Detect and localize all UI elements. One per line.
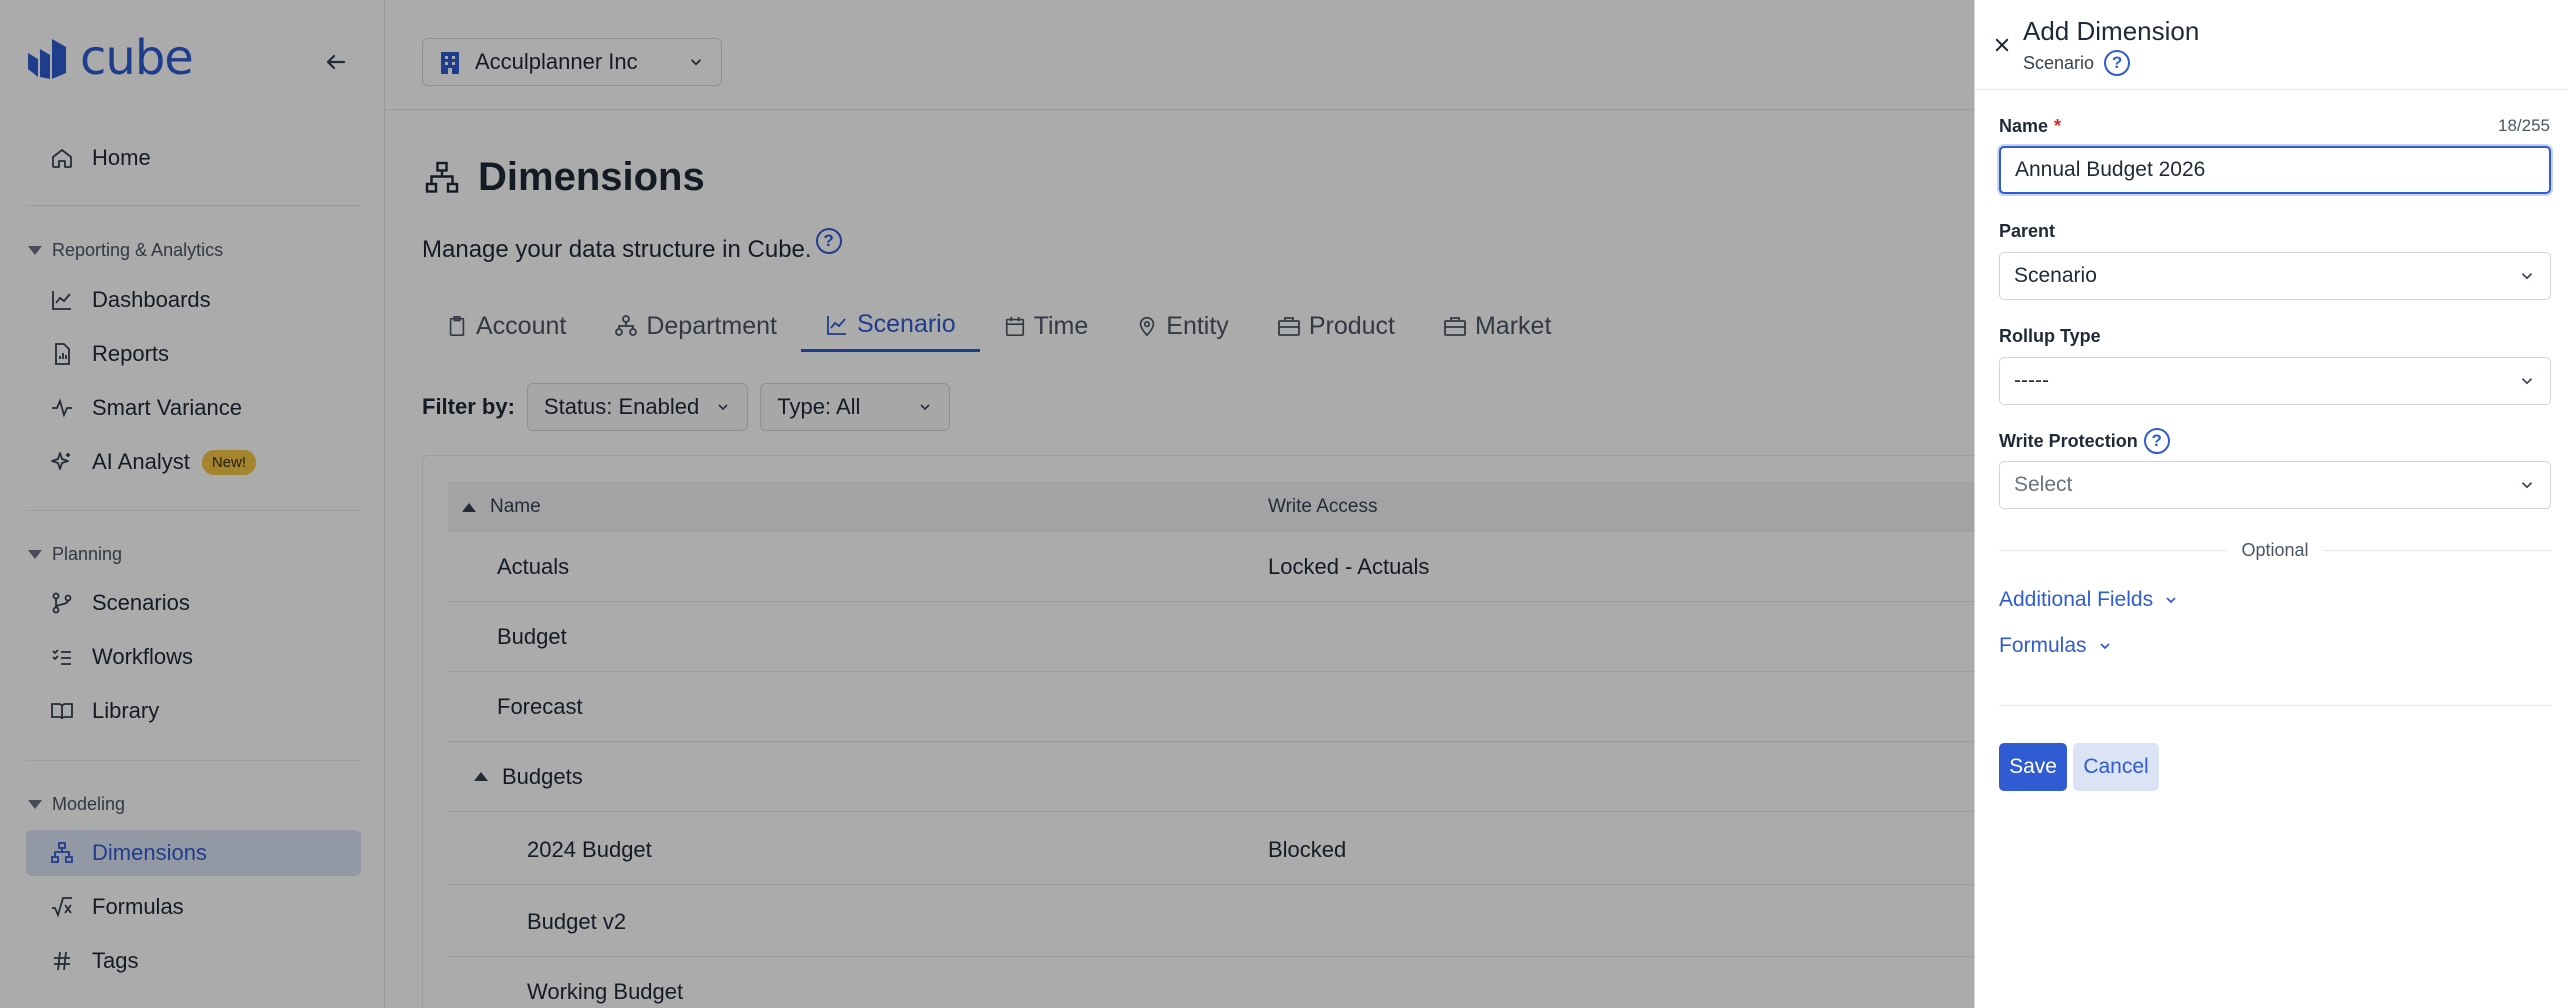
optional-divider: Optional	[1999, 540, 2552, 561]
help-icon[interactable]: ?	[2104, 50, 2131, 76]
write-protection-select[interactable]: Select	[1999, 461, 2551, 509]
drawer-title: Add Dimension	[2023, 16, 2200, 46]
name-char-counter: 18/255	[2498, 116, 2550, 135]
close-icon	[1995, 38, 2009, 52]
chevron-down-icon	[2521, 378, 2533, 385]
write-protection-label: Write Protection ?	[1999, 428, 2170, 454]
name-label: Name *	[1999, 116, 2062, 136]
required-asterisk: *	[2054, 116, 2062, 136]
divider	[1999, 705, 2551, 706]
save-button[interactable]: Save	[1999, 743, 2067, 791]
chevron-down-icon	[2166, 597, 2176, 604]
cancel-button[interactable]: Cancel	[2073, 743, 2159, 791]
rollup-type-label: Rollup Type	[1999, 326, 2101, 346]
modal-overlay[interactable]	[0, 0, 1974, 1008]
drawer-header: Add Dimension Scenario ?	[1975, 0, 2568, 90]
formulas-toggle[interactable]: Formulas	[1999, 634, 2113, 658]
additional-fields-toggle[interactable]: Additional Fields	[1999, 588, 2179, 612]
add-dimension-drawer: Add Dimension Scenario ? Name * 18/255 An…	[1974, 0, 2568, 1008]
rollup-type-select[interactable]: -----	[1999, 357, 2551, 405]
chevron-down-icon	[2521, 273, 2533, 280]
close-button[interactable]	[1987, 30, 2017, 60]
chevron-down-icon	[2521, 482, 2533, 489]
parent-label: Parent	[1999, 221, 2056, 241]
help-icon[interactable]: ?	[2143, 428, 2170, 454]
chevron-down-icon	[2099, 643, 2110, 650]
parent-select[interactable]: Scenario	[1999, 252, 2551, 300]
drawer-subtitle: Scenario ?	[2023, 50, 2131, 76]
name-input[interactable]: Annual Budget 2026	[1999, 146, 2551, 194]
